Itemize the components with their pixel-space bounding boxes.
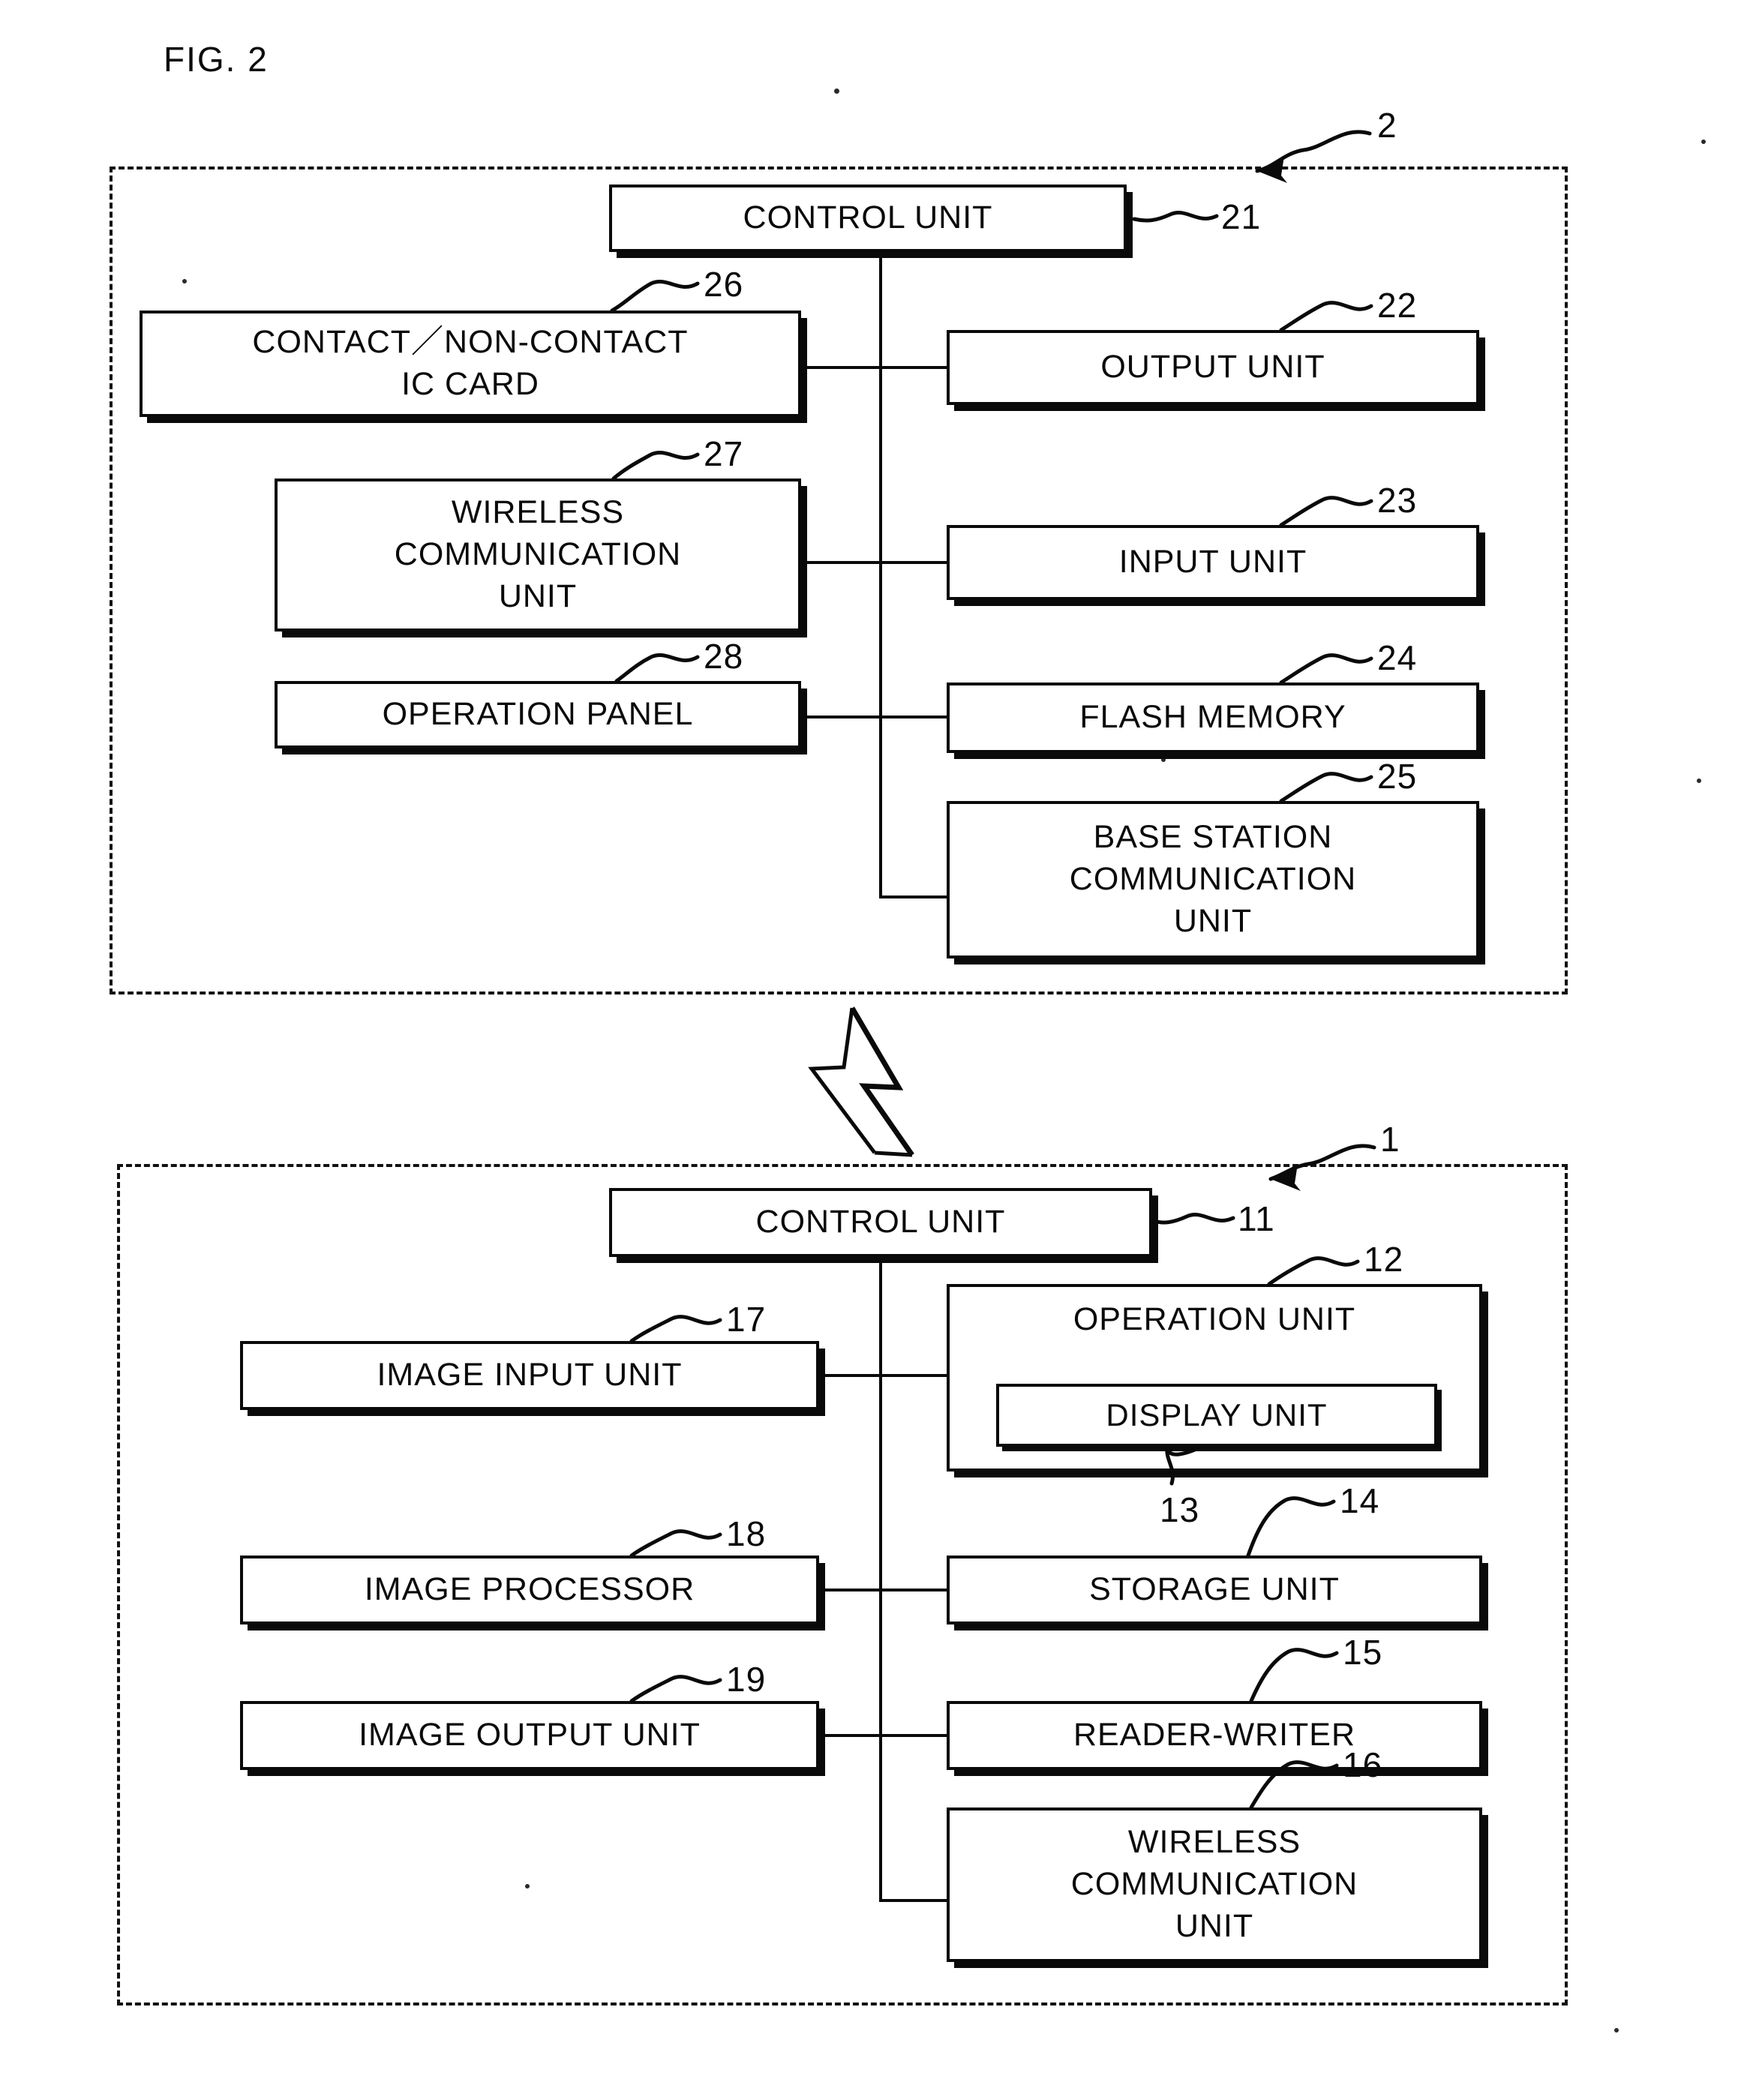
operation-panel-box[interactable]: OPERATION PANEL [275,681,801,748]
scan-speck [1701,140,1706,144]
terminal-wireless-communication-unit-box[interactable]: WIRELESS COMMUNICATION UNIT [275,478,801,632]
device-wire-wireless-to-bus [879,1899,948,1902]
figure-label: FIG. 2 [164,40,269,79]
reader-writer-label: READER-WRITER [1073,1717,1356,1754]
terminal-wireless-communication-unit-label: WIRELESS COMMUNICATION UNIT [394,494,682,614]
image-input-unit-label: IMAGE INPUT UNIT [377,1357,683,1394]
device-wireless-communication-unit-label: WIRELESS COMMUNICATION UNIT [1070,1824,1358,1944]
storage-unit-box[interactable]: STORAGE UNIT [947,1556,1482,1624]
ref-26: 26 [704,265,744,304]
scan-speck [1614,2028,1619,2032]
operation-unit-label: OPERATION UNIT [1073,1301,1356,1337]
image-output-unit-box[interactable]: IMAGE OUTPUT UNIT [240,1701,819,1770]
base-station-communication-unit-box[interactable]: BASE STATION COMMUNICATION UNIT [947,801,1479,958]
flash-memory-box[interactable]: FLASH MEMORY [947,682,1479,753]
lightning-bolt-icon [808,1006,914,1157]
ref-15: 15 [1343,1633,1383,1672]
ref-24: 24 [1377,638,1418,677]
device-wire-imageoutput-to-bus [819,1734,948,1737]
terminal-wire-ic-card-to-bus [801,366,948,369]
device-wireless-communication-unit-box[interactable]: WIRELESS COMMUNICATION UNIT [947,1808,1482,1962]
leader-2 [1255,130,1372,173]
ref-17: 17 [726,1300,767,1339]
ref-27: 27 [704,434,744,473]
reader-writer-box[interactable]: READER-WRITER [947,1701,1482,1770]
ref-23: 23 [1377,481,1418,520]
ref-19: 19 [726,1660,767,1699]
terminal-wire-basestation-to-bus [879,896,948,898]
input-unit-label: INPUT UNIT [1118,544,1307,580]
device-control-unit-box[interactable]: CONTROL UNIT [609,1188,1152,1257]
terminal-control-unit-box[interactable]: CONTROL UNIT [609,184,1127,252]
storage-unit-label: STORAGE UNIT [1089,1571,1340,1608]
scan-speck [1697,778,1701,783]
ref-28: 28 [704,637,744,676]
input-unit-box[interactable]: INPUT UNIT [947,525,1479,600]
contact-non-contact-ic-card-box[interactable]: CONTACT／NON-CONTACT IC CARD [140,310,801,417]
ref-25: 25 [1377,757,1418,796]
terminal-bus-vertical [879,252,882,897]
ref-16: 16 [1343,1745,1383,1784]
ref-13: 13 [1160,1490,1200,1529]
operation-panel-label: OPERATION PANEL [382,696,694,733]
scan-speck [1161,758,1166,762]
terminal-wire-wireless-to-bus [801,561,948,564]
display-unit-box[interactable]: DISPLAY UNIT [996,1384,1437,1447]
display-unit-label: DISPLAY UNIT [1106,1396,1328,1432]
output-unit-box[interactable]: OUTPUT UNIT [947,330,1479,405]
device-wire-imageprocessor-to-bus [819,1588,948,1592]
output-unit-label: OUTPUT UNIT [1100,349,1325,386]
ref-22: 22 [1377,286,1418,325]
device-bus-vertical [879,1257,882,1900]
contact-non-contact-ic-card-label: CONTACT／NON-CONTACT IC CARD [252,324,689,402]
ref-14: 14 [1340,1481,1380,1520]
ref-1: 1 [1380,1120,1400,1159]
ref-18: 18 [726,1514,767,1553]
ref-11: 11 [1238,1199,1275,1238]
image-output-unit-label: IMAGE OUTPUT UNIT [359,1717,701,1754]
scan-speck [525,1884,530,1888]
device-control-unit-label: CONTROL UNIT [755,1204,1006,1240]
scan-speck [834,88,839,94]
image-processor-label: IMAGE PROCESSOR [364,1571,695,1608]
device-wire-imageinput-to-bus [819,1374,948,1377]
terminal-control-unit-label: CONTROL UNIT [743,200,993,236]
image-processor-box[interactable]: IMAGE PROCESSOR [240,1556,819,1624]
flash-memory-label: FLASH MEMORY [1079,699,1346,736]
ref-21: 21 [1221,197,1262,236]
terminal-wire-panel-to-bus [801,716,948,718]
ref-2: 2 [1377,106,1397,145]
ref-12: 12 [1364,1240,1404,1279]
image-input-unit-box[interactable]: IMAGE INPUT UNIT [240,1341,819,1410]
scan-speck [182,279,187,284]
base-station-communication-unit-label: BASE STATION COMMUNICATION UNIT [1069,819,1357,939]
